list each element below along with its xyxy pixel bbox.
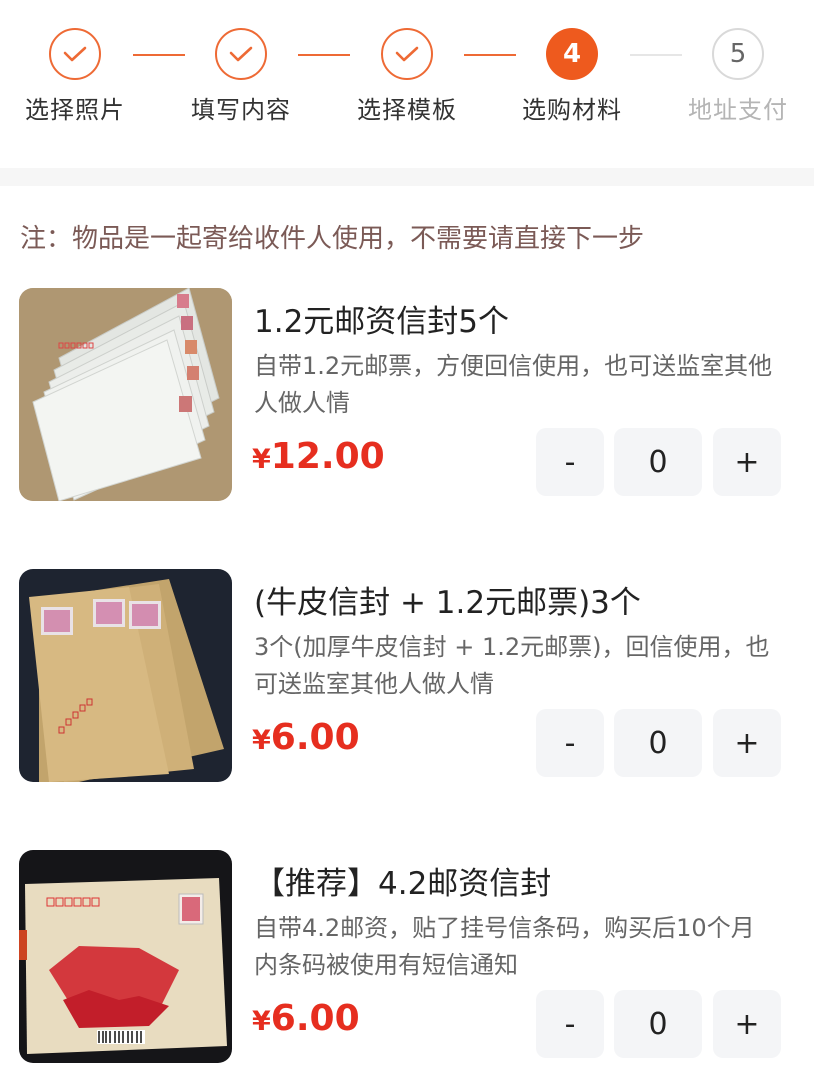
product-image[interactable]	[19, 850, 232, 1063]
product-description: 自带4.2邮资，贴了挂号信条码，购买后10个月内条码被使用有短信通知	[254, 914, 755, 979]
quantity-value[interactable]: 0	[614, 990, 702, 1058]
step-buy-materials[interactable]: 4 选购材料	[502, 28, 642, 125]
product-price: ¥6.00	[252, 998, 360, 1039]
product-description: 自带1.2元邮票，方便回信使用，也可送监室其他人做人情	[254, 352, 773, 417]
product-title: 【推荐】4.2邮资信封	[254, 866, 552, 902]
step-label: 选择照片	[25, 96, 125, 124]
step-address-payment[interactable]: 5 地址支付	[668, 28, 808, 125]
product-image[interactable]	[19, 569, 232, 782]
quantity-value[interactable]: 0	[614, 709, 702, 777]
currency-symbol: ¥	[252, 1006, 271, 1037]
increment-button[interactable]: +	[713, 990, 781, 1058]
product-description: 3个(加厚牛皮信封 + 1.2元邮票)，回信使用，也可送监室其他人做人情	[254, 633, 770, 698]
step-label: 填写内容	[191, 96, 291, 124]
step-label: 选择模板	[357, 96, 457, 124]
increment-button[interactable]: +	[713, 709, 781, 777]
decrement-button[interactable]: -	[536, 709, 604, 777]
currency-symbol: ¥	[252, 444, 271, 475]
product-item: 【推荐】4.2邮资信封 自带4.2邮资，贴了挂号信条码，购买后10个月内条码被使…	[0, 850, 814, 1064]
product-image[interactable]	[19, 288, 232, 501]
product-title: (牛皮信封 + 1.2元邮票)3个	[254, 585, 641, 621]
step-fill-content[interactable]: 填写内容	[171, 28, 311, 125]
quantity-value[interactable]: 0	[614, 428, 702, 496]
product-item: (牛皮信封 + 1.2元邮票)3个 3个(加厚牛皮信封 + 1.2元邮票)，回信…	[0, 569, 814, 783]
decrement-button[interactable]: -	[536, 990, 604, 1058]
step-label: 地址支付	[688, 96, 788, 124]
step-number: 4	[546, 28, 598, 80]
product-title: 1.2元邮资信封5个	[254, 304, 510, 340]
price-value: 6.00	[270, 998, 360, 1039]
price-value: 6.00	[270, 717, 360, 758]
check-icon	[215, 28, 267, 80]
product-item: 1.2元邮资信封5个 自带1.2元邮票，方便回信使用，也可送监室其他人做人情 ¥…	[0, 288, 814, 502]
step-label: 选购材料	[522, 96, 622, 124]
price-value: 12.00	[270, 436, 385, 477]
step-number: 5	[712, 28, 764, 80]
progress-stepper: 选择照片 填写内容 选择模板 4 选购材料 5 地址支付	[0, 0, 814, 168]
section-divider	[0, 168, 814, 186]
product-price: ¥12.00	[252, 436, 385, 477]
currency-symbol: ¥	[252, 725, 271, 756]
check-icon	[381, 28, 433, 80]
decrement-button[interactable]: -	[536, 428, 604, 496]
increment-button[interactable]: +	[713, 428, 781, 496]
product-price: ¥6.00	[252, 717, 360, 758]
check-icon	[49, 28, 101, 80]
step-select-template[interactable]: 选择模板	[337, 28, 477, 125]
step-select-photo[interactable]: 选择照片	[5, 28, 145, 125]
notice-text: 注：物品是一起寄给收件人使用，不需要请直接下一步	[20, 224, 645, 254]
